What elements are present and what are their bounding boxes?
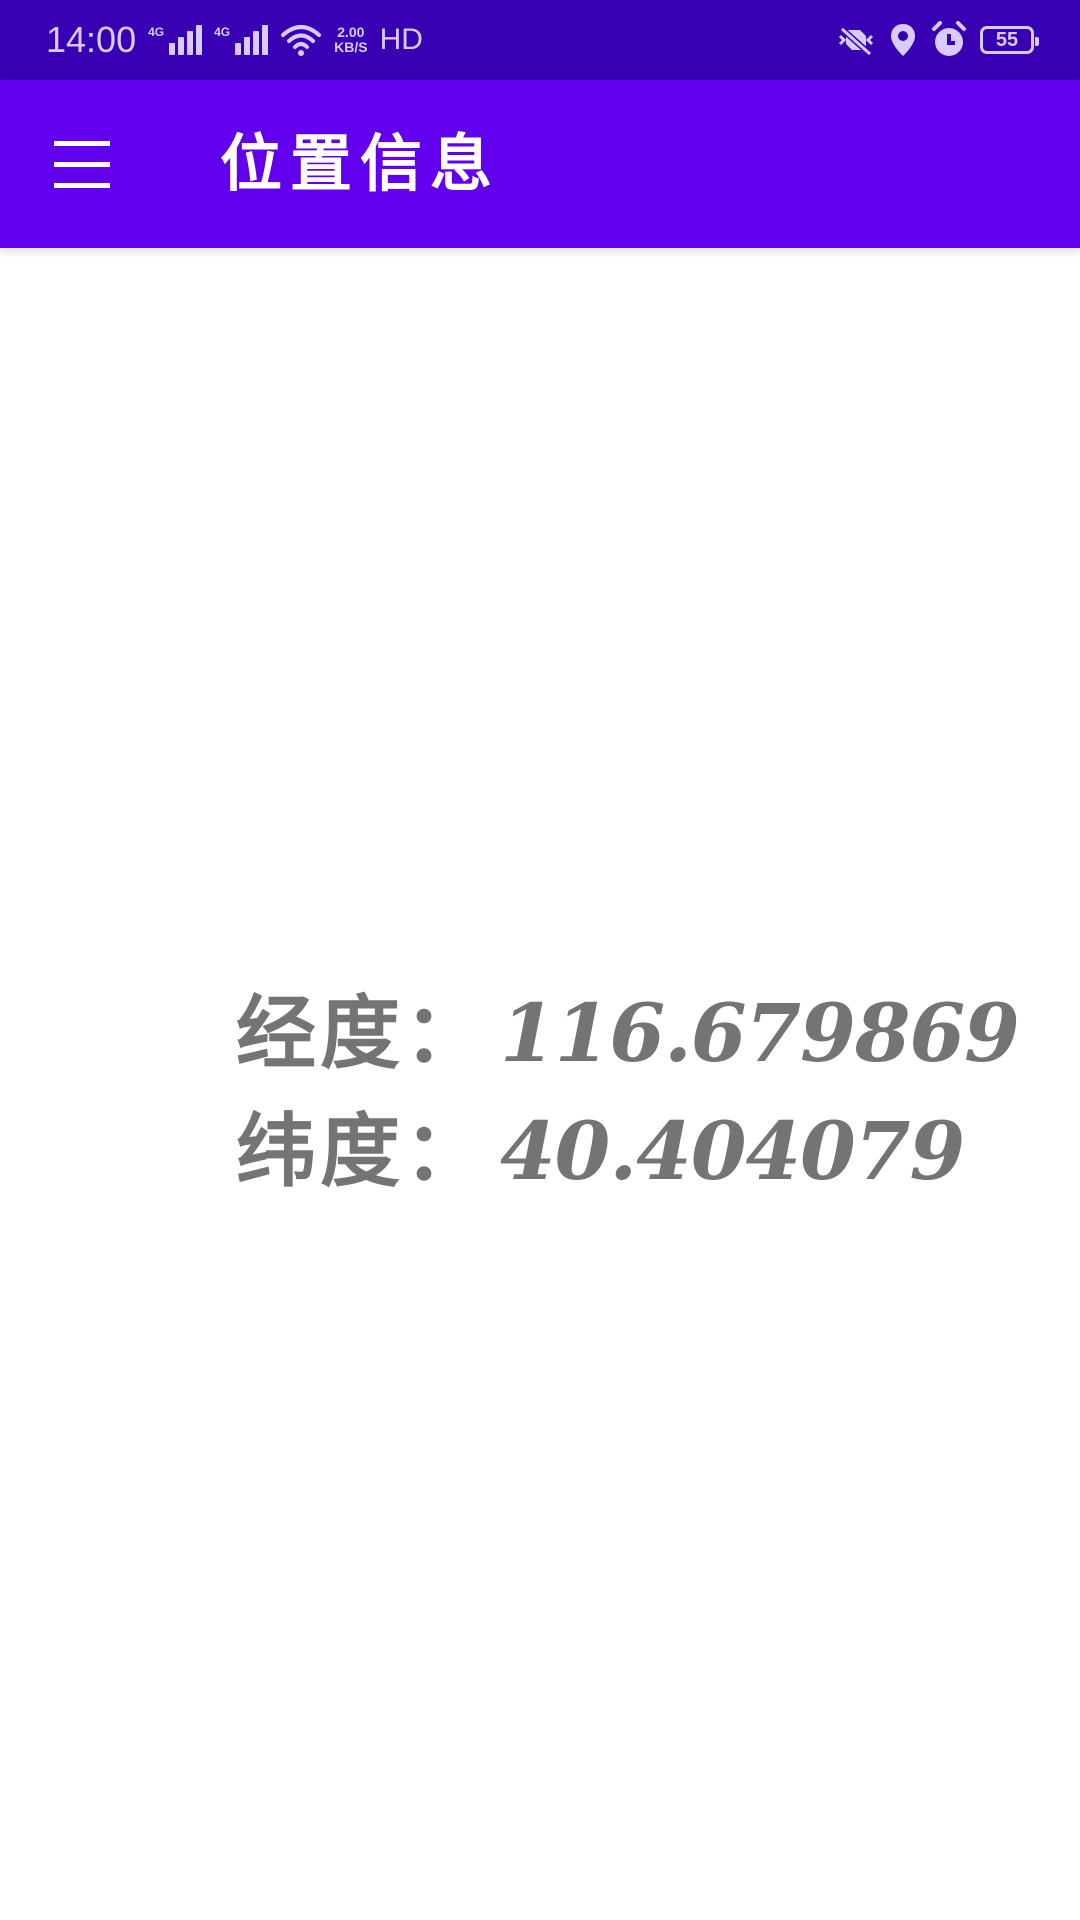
latitude-value: 40.404079: [500, 1104, 965, 1198]
hd-indicator: HD: [380, 25, 423, 55]
longitude-label: 经度：: [236, 986, 488, 1080]
network-type-label: 4G: [148, 25, 165, 39]
signal-icon: 4G: [148, 25, 203, 55]
latitude-row: 纬度： 40.404079: [236, 1092, 1019, 1210]
menu-button[interactable]: [40, 126, 124, 202]
battery-icon: 55: [980, 26, 1039, 54]
main-content: 经度： 116.679869 纬度： 40.404079: [0, 248, 1080, 1920]
speed-value: 2.00: [337, 24, 365, 40]
battery-level: 55: [995, 28, 1019, 51]
longitude-value: 116.679869: [500, 986, 1020, 1080]
location-icon: [891, 24, 915, 56]
speed-unit: KB/S: [334, 39, 368, 55]
location-info: 经度： 116.679869 纬度： 40.404079: [236, 974, 1020, 1210]
wifi-icon: [281, 25, 322, 56]
status-left-group: 14:00 4G 4G 2.00 KB/S HD: [46, 0, 423, 80]
status-bar: 14:00 4G 4G 2.00 KB/S HD 55: [0, 0, 1080, 80]
network-type-label: 4G: [214, 25, 231, 39]
alarm-icon: [932, 21, 966, 56]
signal-icon: 4G: [214, 25, 269, 55]
hd-label: HD: [379, 23, 423, 56]
latitude-label: 纬度：: [236, 1104, 488, 1198]
status-time: 14:00: [46, 19, 137, 60]
status-right-group: 55: [836, 0, 1039, 80]
page-title: 位置信息: [220, 127, 501, 200]
app-bar: 位置信息: [0, 80, 1080, 248]
network-speed: 2.00 KB/S: [334, 25, 367, 55]
longitude-row: 经度： 116.679869: [236, 974, 1020, 1092]
hamburger-menu-icon: [54, 133, 110, 196]
vibrate-off-icon: [838, 26, 874, 57]
